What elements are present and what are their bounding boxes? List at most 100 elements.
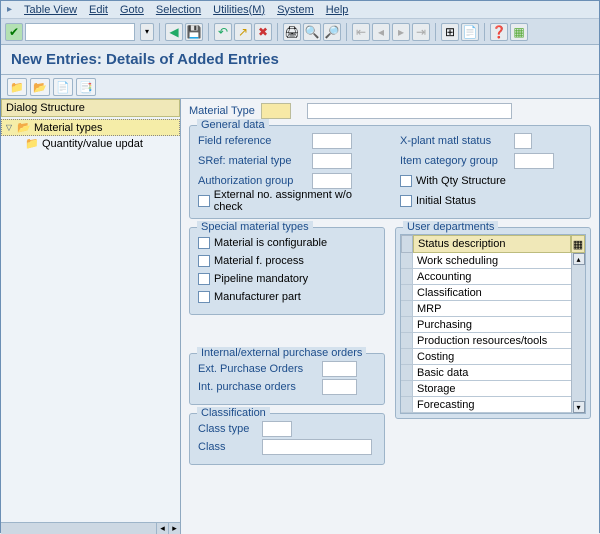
user-dept-rows: Work scheduling Accounting Classificatio… [401, 253, 571, 413]
item-cat-input[interactable] [514, 153, 554, 169]
collapse-subtree-icon[interactable]: 📂 [30, 78, 50, 96]
with-qty-checkbox[interactable] [400, 175, 412, 187]
pipeline-label: Pipeline mandatory [214, 273, 308, 285]
int-po-label: Int. purchase orders [198, 381, 318, 393]
group-title-user-dept: User departments [403, 221, 498, 233]
table-row[interactable]: Storage [401, 381, 571, 397]
process-checkbox[interactable] [198, 255, 210, 267]
manufacturer-checkbox[interactable] [198, 291, 210, 303]
user-dept-column-header[interactable]: Status description [413, 235, 571, 253]
expand-subtree-icon[interactable]: 📁 [7, 78, 27, 96]
prev-page-icon[interactable]: ◂ [372, 23, 390, 41]
delimit-icon[interactable]: 📑 [76, 78, 96, 96]
find-next-icon[interactable]: 🔎 [323, 23, 341, 41]
material-type-desc-input[interactable] [307, 103, 512, 119]
table-row[interactable]: Costing [401, 349, 571, 365]
print-icon[interactable]: 🖨 [283, 23, 301, 41]
group-special-material-types: Special material types Material is confi… [189, 227, 385, 315]
material-type-label: Material Type [189, 105, 255, 117]
class-type-input[interactable] [262, 421, 292, 437]
group-title-intext: Internal/external purchase orders [197, 347, 366, 359]
table-row[interactable]: MRP [401, 301, 571, 317]
sref-input[interactable] [312, 153, 352, 169]
class-input[interactable] [262, 439, 372, 455]
table-row[interactable]: Classification [401, 285, 571, 301]
configurable-checkbox[interactable] [198, 237, 210, 249]
manufacturer-label: Manufacturer part [214, 291, 301, 303]
field-reference-label: Field reference [198, 135, 308, 147]
tree-toggle-icon[interactable]: ▽ [4, 123, 14, 132]
scroll-up-icon[interactable]: ▴ [573, 253, 585, 265]
toolbar-secondary: 📁 📂 📄 📑 [1, 75, 599, 99]
tree-label: Quantity/value updat [42, 138, 143, 150]
group-user-departments: User departments Status description ▦ Wo… [395, 227, 591, 419]
help-icon[interactable]: ❓ [490, 23, 508, 41]
group-general-data: General data Field reference SRef: mater… [189, 125, 591, 219]
menu-goto[interactable]: Goto [114, 3, 150, 17]
cancel-icon[interactable]: ✖ [254, 23, 272, 41]
new-session-icon[interactable]: ⊞ [441, 23, 459, 41]
save-icon[interactable]: 💾 [185, 23, 203, 41]
find-icon[interactable]: 🔍 [303, 23, 321, 41]
toolbar-main: ✔ ▾ ◀ 💾 ↶ ↗ ✖ 🖨 🔍 🔎 ⇤ ◂ ▸ ⇥ ⊞ 📄 ❓ ▦ [1, 19, 599, 45]
menu-selection[interactable]: Selection [150, 3, 207, 17]
table-row[interactable]: Work scheduling [401, 253, 571, 269]
folder-icon: 📁 [25, 137, 39, 150]
left-panel-footer: ◂ ▸ [1, 522, 180, 534]
menu-table-view[interactable]: Table View [18, 3, 83, 17]
item-cat-label: Item category group [400, 155, 510, 167]
sref-label: SRef: material type [198, 155, 308, 167]
scroll-down-icon[interactable]: ▾ [573, 401, 585, 413]
exit-icon[interactable]: ↗ [234, 23, 252, 41]
menu-system[interactable]: System [271, 3, 320, 17]
dialog-tree: ▽ 📂 Material types 📁 Quantity/value upda… [1, 117, 180, 522]
scroll-right-icon[interactable]: ▸ [168, 523, 180, 534]
first-page-icon[interactable]: ⇤ [352, 23, 370, 41]
next-page-icon[interactable]: ▸ [392, 23, 410, 41]
command-dropdown-button[interactable]: ▾ [140, 23, 154, 41]
dialog-structure-header: Dialog Structure [1, 99, 180, 117]
switch-icon[interactable]: 📄 [53, 78, 73, 96]
class-type-label: Class type [198, 423, 258, 435]
int-po-input[interactable] [322, 379, 357, 395]
scroll-left-icon[interactable]: ◂ [156, 523, 168, 534]
process-label: Material f. process [214, 255, 304, 267]
ext-po-input[interactable] [322, 361, 357, 377]
user-dept-scrollbar[interactable]: ▴ ▾ [571, 253, 585, 413]
layout-icon[interactable]: ▦ [510, 23, 528, 41]
xplant-input[interactable] [514, 133, 532, 149]
table-row[interactable]: Accounting [401, 269, 571, 285]
detail-panel: Material Type General data Field referen… [181, 99, 599, 534]
column-config-icon[interactable]: ▦ [571, 235, 585, 253]
tree-item-material-types[interactable]: ▽ 📂 Material types [1, 119, 180, 136]
app-menu-icon[interactable]: ▸ [7, 4, 12, 15]
dialog-structure-panel: Dialog Structure ▽ 📂 Material types 📁 Qu… [1, 99, 181, 534]
menu-edit[interactable]: Edit [83, 3, 114, 17]
ext-po-label: Ext. Purchase Orders [198, 363, 318, 375]
enter-button[interactable]: ✔ [5, 23, 23, 41]
group-internal-external-po: Internal/external purchase orders Ext. P… [189, 353, 385, 405]
command-field[interactable] [25, 23, 135, 41]
table-row[interactable]: Basic data [401, 365, 571, 381]
user-dept-table: Status description ▦ Work scheduling Acc… [400, 234, 586, 414]
material-type-key-input[interactable] [261, 103, 291, 119]
title-area: New Entries: Details of Added Entries [1, 45, 599, 75]
menu-utilities[interactable]: Utilities(M) [207, 3, 271, 17]
table-row[interactable]: Purchasing [401, 317, 571, 333]
shortcut-icon[interactable]: 📄 [461, 23, 479, 41]
initial-status-checkbox[interactable] [400, 195, 412, 207]
menu-help[interactable]: Help [320, 3, 355, 17]
ext-no-checkbox[interactable] [198, 195, 210, 207]
last-page-icon[interactable]: ⇥ [412, 23, 430, 41]
group-title-special: Special material types [197, 221, 313, 233]
tree-label: Material types [34, 122, 102, 134]
group-title-classification: Classification [197, 407, 270, 419]
tree-item-quantity[interactable]: 📁 Quantity/value updat [1, 136, 180, 151]
back-button[interactable]: ◀ [165, 23, 183, 41]
auth-group-input[interactable] [312, 173, 352, 189]
table-row[interactable]: Production resources/tools [401, 333, 571, 349]
field-reference-input[interactable] [312, 133, 352, 149]
table-row[interactable]: Forecasting [401, 397, 571, 413]
back2-icon[interactable]: ↶ [214, 23, 232, 41]
pipeline-checkbox[interactable] [198, 273, 210, 285]
